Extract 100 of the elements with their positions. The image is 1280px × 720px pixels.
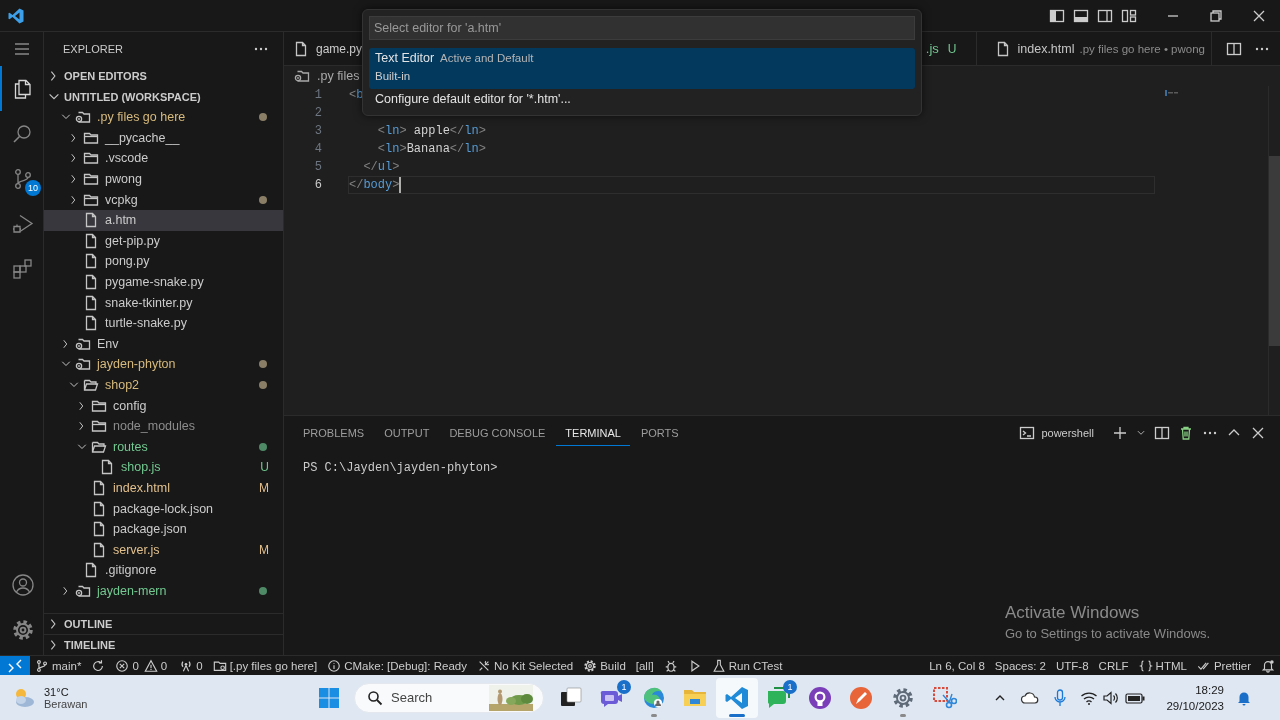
- folder-item[interactable]: pwong: [44, 168, 283, 190]
- toggle-secondary-sidebar-icon[interactable]: [1097, 7, 1113, 24]
- file-icon: [91, 480, 107, 496]
- problems-button[interactable]: 0 0: [110, 655, 175, 676]
- section-header[interactable]: OPEN EDITORS: [44, 65, 283, 86]
- volume-icon: [1102, 689, 1121, 706]
- section-header[interactable]: UNTITLED (WORKSPACE): [44, 86, 283, 107]
- folder-item[interactable]: config: [44, 395, 283, 416]
- folder-item[interactable]: shop2: [44, 374, 283, 396]
- taskbar-app[interactable]: 1: [591, 677, 633, 718]
- trash-icon[interactable]: [1178, 424, 1194, 441]
- panel-tab[interactable]: TERMINAL: [556, 419, 630, 446]
- panel-tab[interactable]: OUTPUT: [375, 419, 439, 446]
- file-item[interactable]: get-pip.py: [44, 230, 283, 252]
- network-sound-battery-button[interactable]: [1080, 689, 1147, 706]
- panel-tab[interactable]: PORTS: [631, 419, 688, 446]
- file-icon: [99, 459, 115, 476]
- toggle-sidebar-icon[interactable]: [1049, 7, 1065, 24]
- weather-widget[interactable]: 31°C Berawan: [0, 683, 306, 712]
- file-item[interactable]: pygame-snake.py: [44, 271, 283, 293]
- account-icon[interactable]: [10, 572, 35, 597]
- status-item[interactable]: Build: [578, 655, 631, 676]
- quick-pick-input[interactable]: Select editor for 'a.htm': [369, 16, 915, 40]
- file-item[interactable]: index.html M: [44, 477, 283, 499]
- file-item[interactable]: snake-tkinter.py: [44, 292, 283, 313]
- taskbar-app[interactable]: 1: [757, 677, 799, 718]
- open-folder-icon: [83, 377, 99, 393]
- start-icon[interactable]: [318, 686, 340, 709]
- status-item[interactable]: Prettier: [1191, 655, 1256, 676]
- flask-icon: [711, 658, 726, 673]
- folder-item[interactable]: routes: [44, 436, 283, 458]
- clock-button[interactable]: 18:29 29/10/2023: [1166, 681, 1224, 714]
- panel-tab[interactable]: DEBUG CONSOLE: [440, 419, 555, 446]
- option-label: Configure default editor for '*.htm'...: [375, 92, 571, 106]
- scissors-icon: [931, 684, 958, 711]
- file-item[interactable]: package.json: [44, 518, 283, 540]
- file-icon: [83, 315, 99, 332]
- folder-item[interactable]: node_modules: [44, 415, 283, 437]
- quick-pick-option[interactable]: Configure default editor for '*.htm'...: [369, 89, 915, 109]
- search-bar[interactable]: Search: [354, 682, 544, 713]
- status-item[interactable]: CMake: [Debug]: Ready: [322, 655, 472, 676]
- file-item[interactable]: turtle-snake.py: [44, 312, 283, 334]
- panel-tab[interactable]: PROBLEMS: [294, 419, 374, 446]
- file-item[interactable]: server.js M: [44, 539, 283, 561]
- search-input[interactable]: Search: [389, 689, 489, 706]
- file-item[interactable]: shop.js U: [44, 457, 283, 478]
- editor-tab[interactable]: index.html .py files go here • pwong: [976, 32, 1212, 65]
- scrollbar-thumb[interactable]: [1269, 156, 1280, 346]
- settings-icon[interactable]: [10, 618, 35, 642]
- status-item[interactable]: main*: [30, 655, 87, 676]
- restore-icon[interactable]: [1210, 9, 1222, 22]
- status-item[interactable]: CRLF: [1093, 655, 1134, 676]
- close-icon[interactable]: [1253, 9, 1265, 22]
- warning-icon: [143, 658, 158, 673]
- folder-item[interactable]: .vscode: [44, 148, 283, 169]
- status-item[interactable]: No Kit Selected: [471, 655, 579, 676]
- git-status-letter: M: [259, 481, 269, 495]
- breadcrumb-item[interactable]: .py files: [317, 69, 360, 83]
- folder-icon: [91, 418, 107, 435]
- app-logo-icon: [8, 7, 24, 24]
- status-item[interactable]: 0: [174, 655, 208, 676]
- terminal-selector[interactable]: powershell: [1019, 424, 1094, 441]
- folder-item[interactable]: jayden-phyton: [44, 354, 283, 375]
- antenna-icon: [179, 658, 194, 673]
- status-item[interactable]: HTML: [1133, 655, 1192, 676]
- folder-item[interactable]: .py files go here: [44, 107, 283, 128]
- section-header[interactable]: OUTLINE: [44, 613, 283, 634]
- folder-item[interactable]: Env: [44, 333, 283, 355]
- status-item[interactable]: Ln 6, Col 8: [924, 655, 990, 676]
- new-terminal-icon[interactable]: [1112, 424, 1128, 441]
- file-item[interactable]: pong.py: [44, 251, 283, 272]
- terminal-icon: [1019, 424, 1036, 441]
- status-item[interactable]: [.py files go here]: [207, 655, 323, 676]
- file-item[interactable]: package-lock.json: [44, 498, 283, 519]
- quick-pick-option[interactable]: Text Editor Active and Default Built-in: [369, 48, 915, 89]
- activation-message: Go to Settings to activate Windows.: [1005, 626, 1211, 641]
- file-item[interactable]: a.htm: [44, 209, 283, 231]
- folder-item[interactable]: __pycache__: [44, 127, 283, 149]
- split-terminal-icon[interactable]: [1154, 424, 1170, 441]
- remote-button[interactable]: [0, 655, 30, 676]
- toggle-panel-icon[interactable]: [1073, 7, 1089, 24]
- line-number: 2: [313, 106, 322, 120]
- status-item[interactable]: Run CTest: [706, 655, 788, 676]
- folder-item[interactable]: vcpkg: [44, 189, 283, 210]
- git-status-letter: M: [259, 542, 269, 557]
- minimap-drawing: [1165, 90, 1179, 96]
- status-item[interactable]: UTF-8: [1051, 655, 1094, 676]
- file-item[interactable]: .gitignore: [44, 560, 283, 581]
- activity-source-control-button[interactable]: 10: [0, 156, 43, 201]
- status-item[interactable]: [all]: [630, 655, 659, 676]
- folder-item[interactable]: jayden-mern: [44, 580, 283, 602]
- split-editor-icon[interactable]: [1226, 40, 1242, 57]
- microphone-icon[interactable]: [1052, 688, 1069, 707]
- option-description: Active and Default: [440, 52, 534, 64]
- line-number: 1: [313, 88, 322, 102]
- status-item[interactable]: Spaces: 2: [989, 655, 1051, 676]
- file-icon: [83, 274, 99, 291]
- cloud-icon[interactable]: [1020, 689, 1041, 706]
- customize-layout-icon[interactable]: [1121, 7, 1137, 24]
- file-icon: [83, 294, 99, 311]
